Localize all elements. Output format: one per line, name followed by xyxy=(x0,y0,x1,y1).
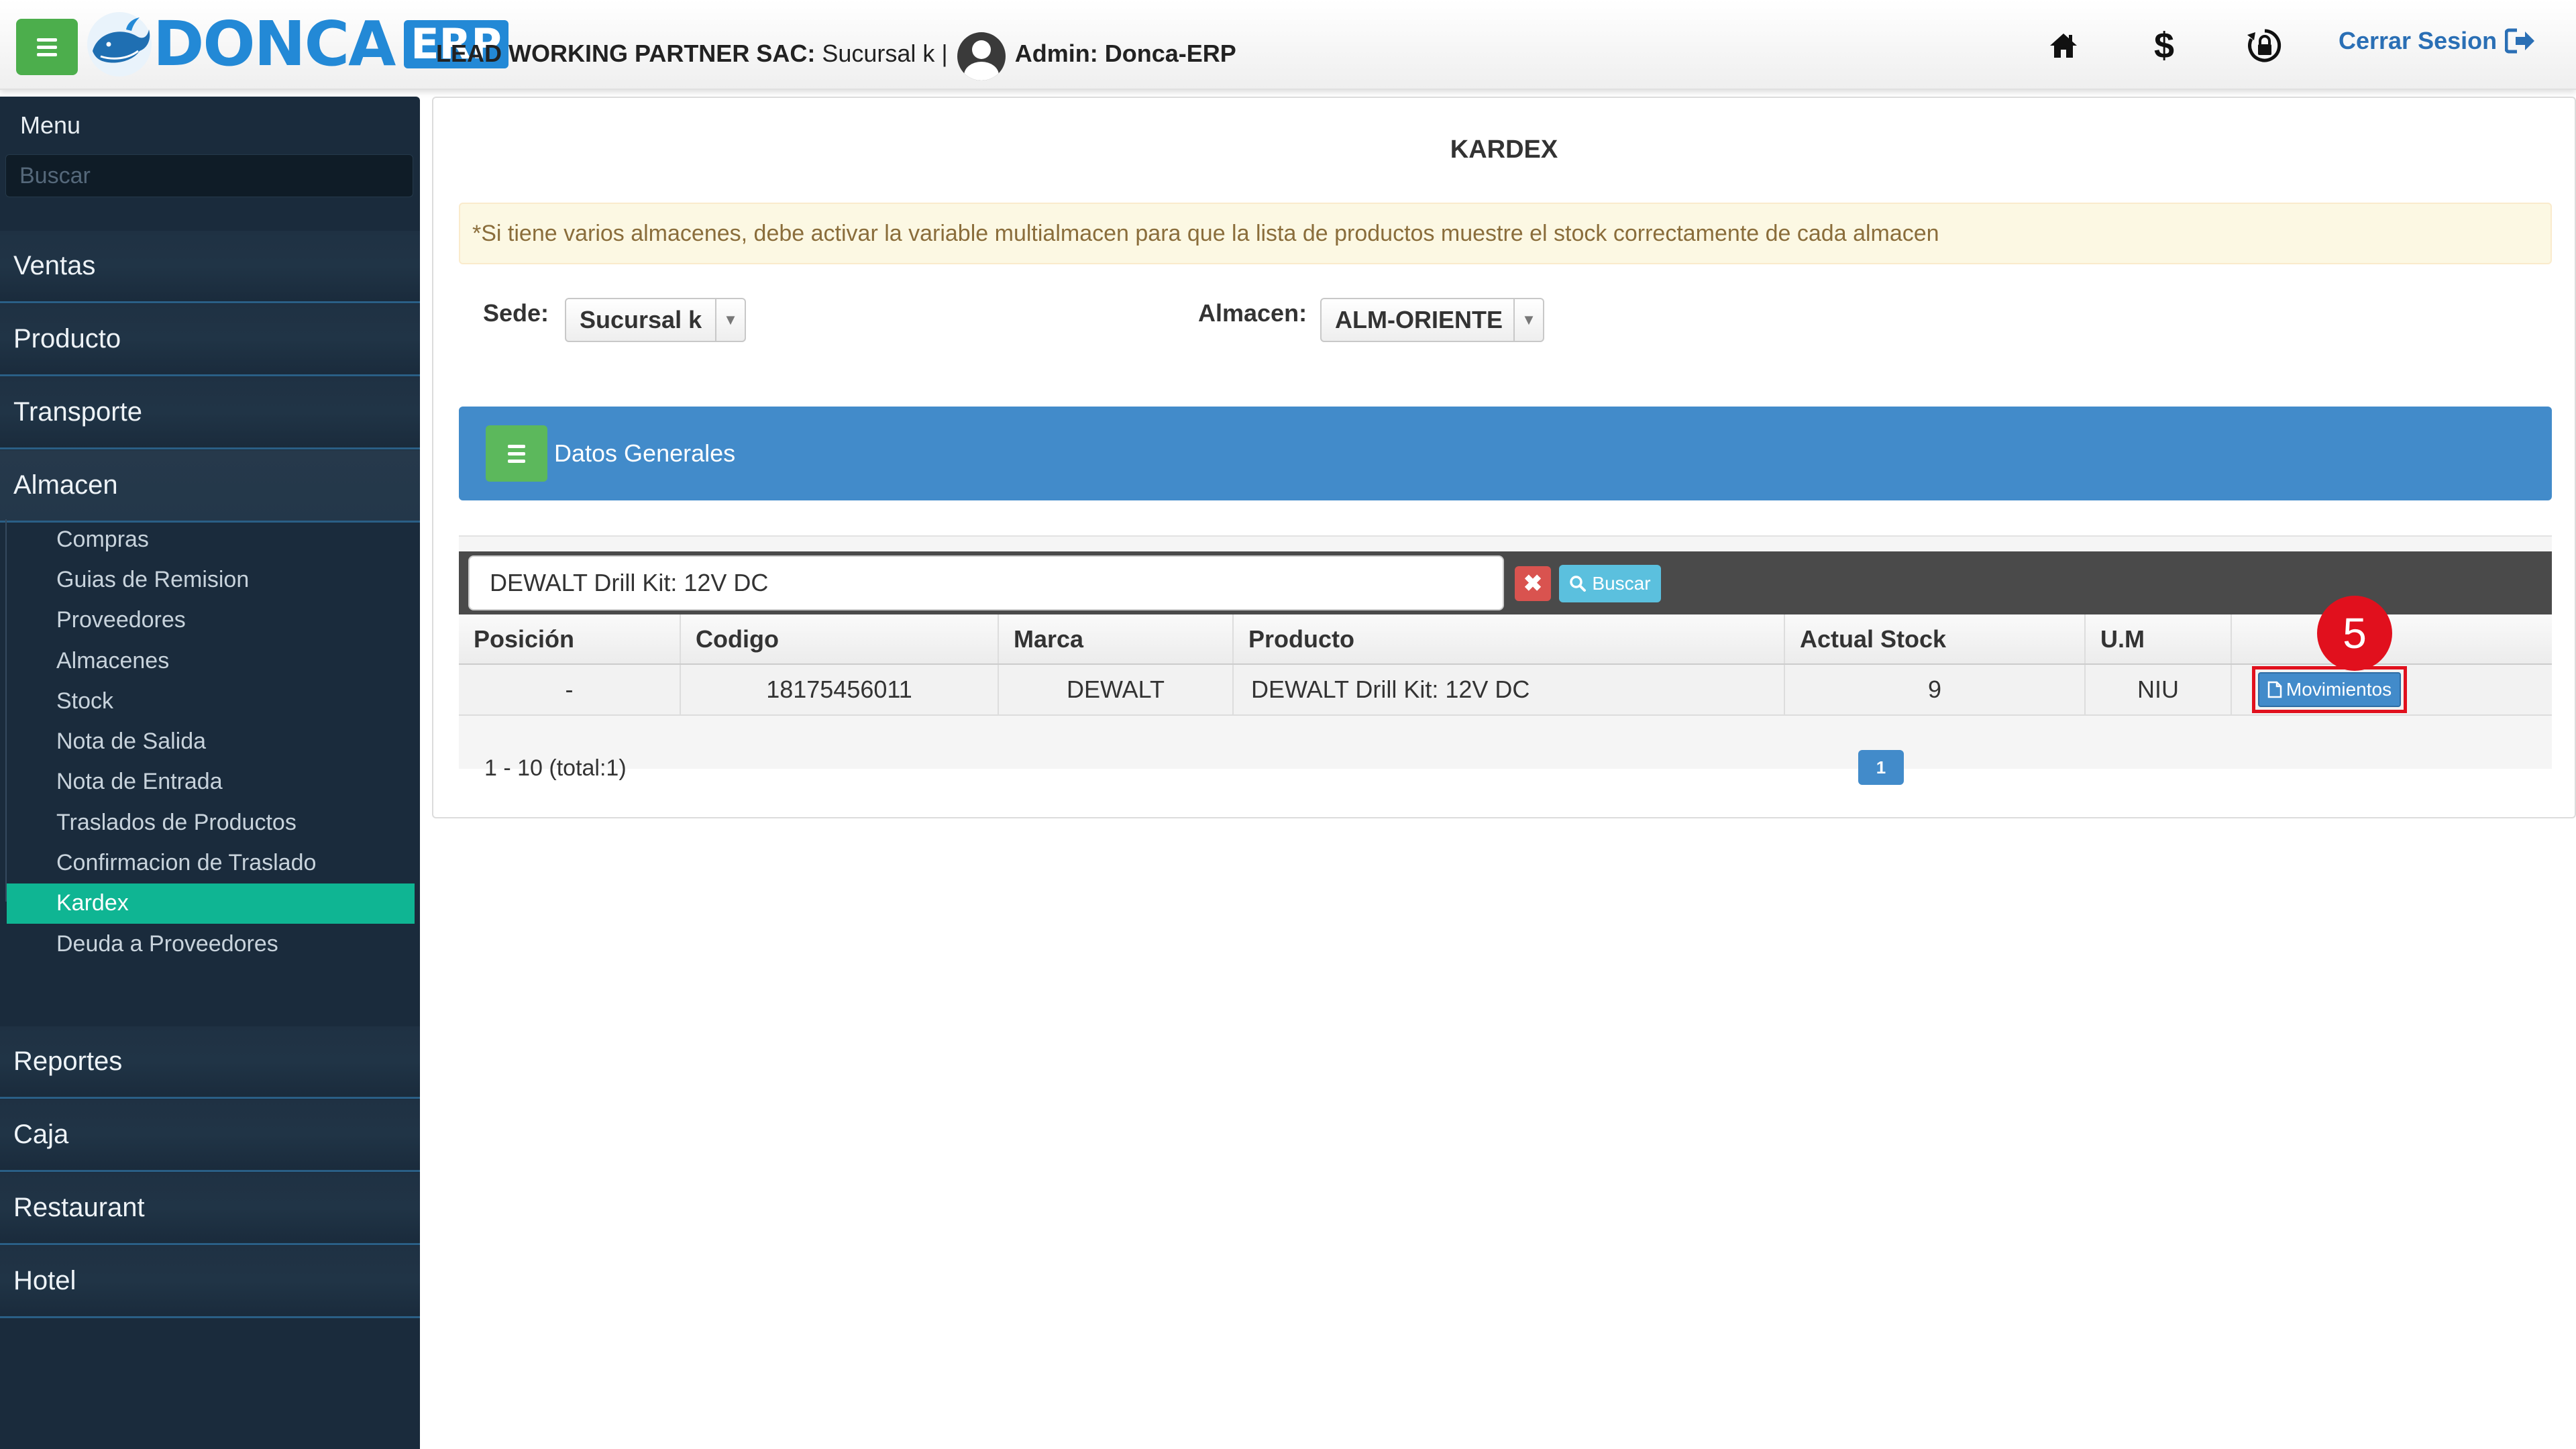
logo-text: DONCA xyxy=(153,8,396,80)
page-1-button[interactable]: 1 xyxy=(1858,750,1904,785)
submenu-item-confirmacion-de-traslado[interactable]: Confirmacion de Traslado xyxy=(7,843,415,883)
avatar xyxy=(957,32,1006,80)
cell-producto: DEWALT Drill Kit: 12V DC xyxy=(1233,664,1785,716)
datos-generales-toggle-button[interactable] xyxy=(486,425,547,482)
menu-toggle-button[interactable] xyxy=(16,19,78,75)
submenu-item-almacenes[interactable]: Almacenes xyxy=(7,641,415,681)
branch-name: Sucursal k | xyxy=(815,40,948,67)
company-name: LEAD WORKING PARTNER SAC: xyxy=(436,40,816,67)
product-search-input[interactable] xyxy=(468,555,1504,610)
movimientos-button[interactable]: Movimientos xyxy=(2257,672,2402,707)
sidebar-item-restaurant[interactable]: Restaurant xyxy=(0,1173,420,1245)
lock-sync-button[interactable] xyxy=(2238,20,2292,71)
hamburger-icon xyxy=(508,444,525,448)
kardex-table: Posición Codigo Marca Producto Actual St… xyxy=(459,614,2552,716)
sede-label: Sede: xyxy=(483,299,549,327)
pager-summary: 1 - 10 (total:1) xyxy=(484,755,627,781)
column-header-producto[interactable]: Producto xyxy=(1233,614,1785,665)
document-icon xyxy=(2267,681,2282,698)
buscar-button[interactable]: Buscar xyxy=(1559,565,1661,602)
submenu-item-proveedores[interactable]: Proveedores xyxy=(7,600,415,641)
almacen-label: Almacen: xyxy=(1198,299,1307,327)
submenu-item-traslados-de-productos[interactable]: Traslados de Productos xyxy=(7,802,415,843)
sidebar-item-reportes[interactable]: Reportes xyxy=(0,1026,420,1099)
table-header-row: Posición Codigo Marca Producto Actual St… xyxy=(459,614,2552,665)
submenu-item-nota-de-entrada[interactable]: Nota de Entrada xyxy=(7,762,415,802)
dollar-button[interactable]: $ xyxy=(2137,20,2191,71)
column-header-um[interactable]: U.M xyxy=(2085,614,2232,665)
sidebar-item-ventas[interactable]: Ventas xyxy=(0,231,420,303)
sidebar-title: Menu xyxy=(20,111,81,139)
submenu-item-stock[interactable]: Stock xyxy=(7,681,415,721)
section-title: Datos Generales xyxy=(554,439,736,467)
sede-selected-value: Sucursal k xyxy=(580,306,702,333)
submenu-item-deuda-a-proveedores[interactable]: Deuda a Proveedores xyxy=(7,924,415,964)
kardex-grid: ✖ Buscar Posición Codigo Marca P xyxy=(459,535,2552,785)
sidebar-item-transporte[interactable]: Transporte xyxy=(0,377,420,449)
hamburger-icon xyxy=(37,38,57,42)
logout-link[interactable]: Cerrar Sesion xyxy=(2339,27,2536,55)
cell-marca: DEWALT xyxy=(998,664,1234,716)
submenu-item-kardex[interactable]: Kardex xyxy=(7,883,415,924)
column-header-posicion[interactable]: Posición xyxy=(459,614,681,665)
table-row[interactable]: - 18175456011 DEWALT DEWALT Drill Kit: 1… xyxy=(459,664,2552,716)
sidebar-item-hotel[interactable]: Hotel xyxy=(0,1246,420,1318)
top-header: DONCA ERP LEAD WORKING PARTNER SAC: Sucu… xyxy=(0,0,2576,90)
close-icon: ✖ xyxy=(1523,571,1543,596)
buscar-label: Buscar xyxy=(1592,573,1651,594)
cell-um: NIU xyxy=(2085,664,2232,716)
home-icon xyxy=(2050,34,2077,58)
lock-sync-icon xyxy=(2247,29,2282,62)
page-title: KARDEX xyxy=(1450,136,1558,164)
multialmacen-warning: *Si tiene varios almacenes, debe activar… xyxy=(459,203,2552,264)
sidebar-item-almacen[interactable]: Almacen xyxy=(0,450,420,523)
search-icon xyxy=(1570,576,1587,592)
almacen-selected-value: ALM-ORIENTE xyxy=(1335,306,1503,333)
chevron-down-icon: ▼ xyxy=(1513,299,1543,341)
grid-toolbar: ✖ Buscar xyxy=(459,551,2552,614)
movimientos-label: Movimientos xyxy=(2286,679,2392,700)
step-badge: 5 xyxy=(2317,596,2392,671)
almacen-select[interactable]: ALM-ORIENTE ▼ xyxy=(1320,298,1544,342)
logout-label: Cerrar Sesion xyxy=(2339,27,2498,54)
cell-codigo: 18175456011 xyxy=(680,664,999,716)
submenu-item-guias-de-remision[interactable]: Guias de Remision xyxy=(7,559,415,600)
datos-generales-bar: Datos Generales xyxy=(459,407,2552,500)
sidebar: Menu Ventas Producto Transporte Almacen … xyxy=(0,97,420,1449)
submenu-item-compras[interactable]: Compras xyxy=(7,519,415,559)
sidebar-search-input[interactable] xyxy=(5,154,413,197)
cell-posicion: - xyxy=(459,664,681,716)
chevron-down-icon: ▼ xyxy=(715,299,745,341)
sidebar-item-caja[interactable]: Caja xyxy=(0,1099,420,1172)
cell-actions: Movimientos xyxy=(2231,664,2552,716)
company-info: LEAD WORKING PARTNER SAC: Sucursal k | A… xyxy=(436,30,1236,80)
whale-logo-icon xyxy=(87,12,152,76)
column-header-marca[interactable]: Marca xyxy=(998,614,1234,665)
sede-select[interactable]: Sucursal k ▼ xyxy=(565,298,746,342)
dollar-icon: $ xyxy=(2153,25,2175,66)
kardex-panel: KARDEX *Si tiene varios almacenes, debe … xyxy=(432,97,2576,818)
submenu-item-nota-de-salida[interactable]: Nota de Salida xyxy=(7,721,415,761)
logout-icon xyxy=(2505,28,2535,54)
admin-label: Admin: Donca-ERP xyxy=(1014,40,1236,67)
home-button[interactable] xyxy=(2037,20,2090,71)
cell-stock: 9 xyxy=(1784,664,2086,716)
clear-search-button[interactable]: ✖ xyxy=(1515,566,1551,601)
almacen-submenu: Compras Guias de Remision Proveedores Al… xyxy=(5,519,415,957)
column-header-codigo[interactable]: Codigo xyxy=(680,614,999,665)
highlight-outline: Movimientos xyxy=(2251,666,2408,713)
sidebar-item-producto[interactable]: Producto xyxy=(0,304,420,376)
column-header-actual-stock[interactable]: Actual Stock xyxy=(1784,614,2086,665)
